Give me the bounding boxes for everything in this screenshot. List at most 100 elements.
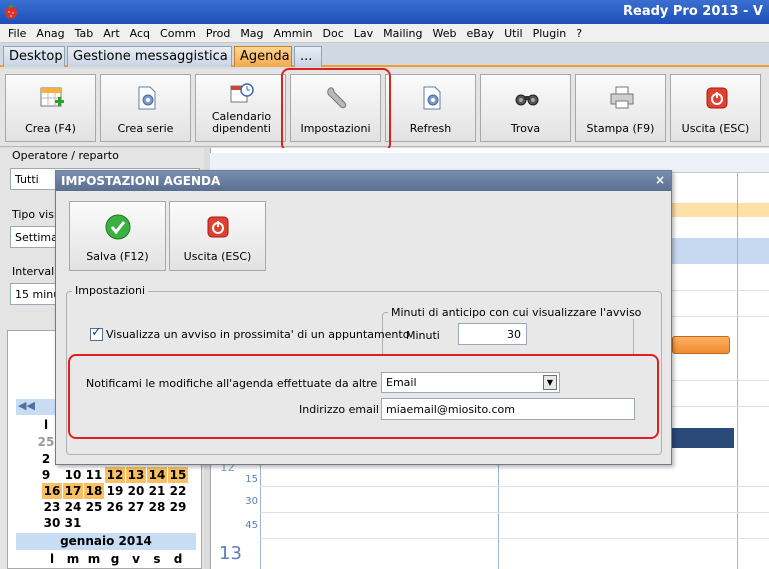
calendario-dipendenti-label: Calendario dipendenti	[211, 110, 272, 135]
minuti-input[interactable]: 30	[458, 323, 527, 345]
day-cell[interactable]: 25	[36, 434, 56, 450]
hour-label: 13	[219, 543, 242, 564]
weekday-cell: g	[110, 552, 120, 566]
document-gear-icon	[138, 86, 156, 110]
calendar-week: 9 10 11 12 13 14 15	[16, 467, 196, 483]
calendar-add-icon	[40, 87, 64, 107]
menu-doc[interactable]: Doc	[318, 27, 349, 40]
grid-line	[260, 538, 769, 539]
notifiche-select-value: Email	[386, 376, 417, 389]
minuti-label: Minuti	[406, 329, 440, 342]
day-cell[interactable]: 14	[147, 467, 167, 483]
impostazioni-group-label: Impostazioni	[72, 284, 149, 297]
tab-desktop[interactable]: Desktop	[3, 46, 65, 67]
day-cell[interactable]: 19	[105, 483, 125, 499]
grid-line	[672, 406, 769, 407]
calendario-dipendenti-button[interactable]: Calendario dipendenti	[195, 74, 286, 142]
menu-prod[interactable]: Prod	[201, 27, 235, 40]
day-cell[interactable]: 30	[42, 515, 62, 531]
menu-mailing[interactable]: Mailing	[378, 27, 427, 40]
menu-ebay[interactable]: eBay	[462, 27, 500, 40]
day-cell[interactable]: 9	[36, 467, 56, 483]
time-label: 15	[245, 474, 258, 485]
day-cell[interactable]: 25	[84, 499, 104, 515]
day-cell[interactable]: 15	[168, 467, 188, 483]
day-cell[interactable]: 23	[42, 499, 62, 515]
grid-line	[260, 486, 769, 487]
menu-lav[interactable]: Lav	[349, 27, 378, 40]
tab-bar: Desktop Gestione messaggistica Agenda ..…	[0, 44, 769, 67]
salva-button[interactable]: Salva (F12)	[69, 201, 166, 271]
day-cell[interactable]: 26	[105, 499, 125, 515]
day-cell[interactable]: 2	[36, 451, 56, 467]
dialog-title-text: IMPOSTAZIONI AGENDA	[61, 174, 221, 188]
menu-comm[interactable]: Comm	[155, 27, 201, 40]
printer-icon	[610, 86, 634, 109]
menu-plugin[interactable]: Plugin	[528, 27, 572, 40]
crea-button[interactable]: Crea (F4)	[5, 74, 96, 142]
menu-tab[interactable]: Tab	[70, 27, 99, 40]
refresh-button[interactable]: Refresh	[385, 74, 476, 142]
day-cell[interactable]: 24	[63, 499, 83, 515]
dialog-uscita-button[interactable]: Uscita (ESC)	[169, 201, 266, 271]
tab-more[interactable]: ...	[294, 46, 322, 67]
day-cell[interactable]: 12	[105, 467, 125, 483]
calendar-month-title[interactable]: gennaio 2014	[16, 533, 196, 550]
appointment-block[interactable]	[672, 336, 730, 354]
trova-label: Trova	[510, 122, 541, 135]
avviso-checkbox-label[interactable]: Visualizza un avviso in prossimita' di u…	[106, 328, 409, 341]
day-cell[interactable]: 22	[168, 483, 188, 499]
email-field[interactable]: miaemail@miosito.com	[381, 398, 635, 420]
day-cell[interactable]: 13	[126, 467, 146, 483]
menu-ammin[interactable]: Ammin	[269, 27, 318, 40]
day-cell[interactable]: 16	[42, 483, 62, 499]
weekday-cell: v	[132, 552, 140, 566]
tab-gestione-messaggistica[interactable]: Gestione messaggistica	[67, 46, 232, 67]
calendar-week: 16 17 18 19 20 21 22	[16, 483, 196, 499]
email-label: Indirizzo email :	[299, 403, 387, 416]
crea-label: Crea (F4)	[25, 122, 76, 135]
menu-anag[interactable]: Anag	[31, 27, 69, 40]
menu-art[interactable]: Art	[98, 27, 124, 40]
menu-util[interactable]: Util	[499, 27, 527, 40]
menu-help[interactable]: ?	[571, 27, 587, 40]
chevron-down-icon[interactable]: ▼	[543, 375, 557, 390]
day-cell[interactable]: 11	[84, 467, 104, 483]
power-icon	[706, 87, 728, 109]
day-cell[interactable]: 18	[84, 483, 104, 499]
weekday-cell: l	[43, 418, 49, 432]
trova-button[interactable]: Trova	[480, 74, 571, 142]
weekday-cell: d	[173, 552, 183, 566]
stampa-button[interactable]: Stampa (F9)	[575, 74, 666, 142]
notifiche-select[interactable]: Email ▼	[381, 372, 560, 393]
menu-file[interactable]: File	[3, 27, 31, 40]
title-bar: Ready Pro 2013 - V	[0, 0, 769, 24]
agenda-strip	[672, 203, 769, 217]
menu-acq[interactable]: Acq	[125, 27, 155, 40]
notifiche-highlight	[68, 354, 659, 439]
day-cell[interactable]: 31	[63, 515, 83, 531]
tab-agenda[interactable]: Agenda	[234, 46, 292, 67]
crea-serie-button[interactable]: Crea serie	[100, 74, 191, 142]
day-cell[interactable]: 17	[63, 483, 83, 499]
prev-month-icon[interactable]: ◀◀	[18, 399, 35, 412]
day-cell[interactable]: 21	[147, 483, 167, 499]
grid-line	[672, 380, 769, 381]
uscita-button[interactable]: Uscita (ESC)	[670, 74, 761, 142]
close-icon[interactable]: ×	[655, 173, 665, 187]
grid-line	[737, 173, 738, 569]
selected-slot[interactable]	[672, 428, 734, 448]
grid-line	[260, 460, 261, 569]
day-cell[interactable]: 20	[126, 483, 146, 499]
salva-label: Salva (F12)	[86, 250, 149, 263]
menu-mag[interactable]: Mag	[235, 27, 268, 40]
calendar-week: 23 24 25 26 27 28 29	[16, 499, 196, 515]
day-cell[interactable]: 10	[63, 467, 83, 483]
day-cell[interactable]: 27	[126, 499, 146, 515]
menu-web[interactable]: Web	[428, 27, 462, 40]
checkmark-icon	[105, 214, 131, 240]
day-cell[interactable]: 28	[147, 499, 167, 515]
document-gear-icon	[423, 86, 441, 110]
day-cell[interactable]: 29	[168, 499, 188, 515]
weekday-cell: m	[66, 552, 80, 566]
